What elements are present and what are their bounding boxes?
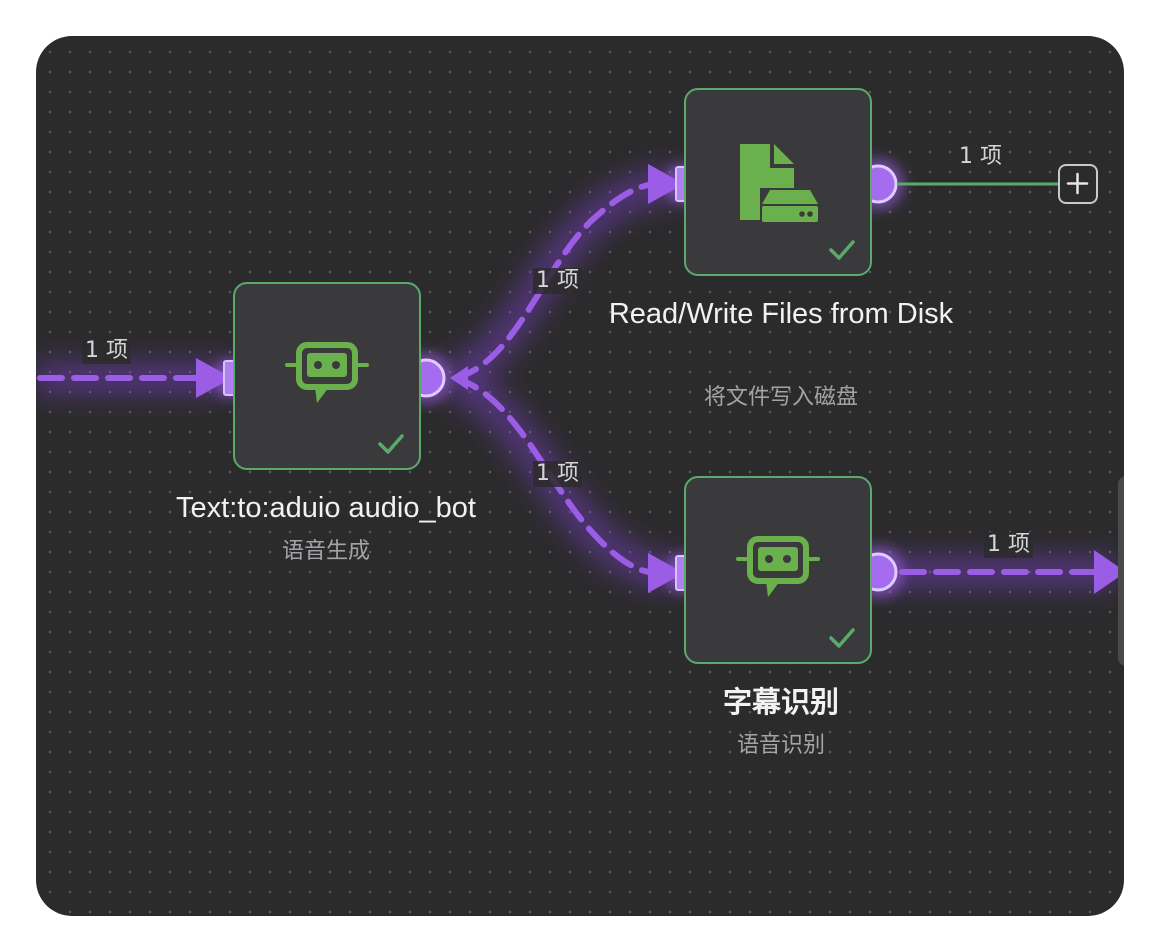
edge-label-tts-to-asr: 1 项 — [533, 461, 582, 487]
success-check-icon — [829, 240, 855, 260]
workflow-canvas[interactable]: 1 项 1 项 1 项 1 项 1 项 Text:to:aduio audio_… — [36, 36, 1124, 916]
plus-icon — [1066, 172, 1089, 195]
node-read-write-files[interactable] — [684, 88, 872, 276]
robot-chat-icon — [285, 342, 369, 403]
edge-label-tts-to-rw: 1 项 — [533, 268, 582, 294]
edge-label-rw-to-add: 1 项 — [956, 144, 1005, 170]
edge-label-incoming: 1 项 — [82, 338, 131, 364]
robot-chat-icon — [736, 536, 820, 597]
node-subtitle-text-to-audio: 语音生成 — [281, 539, 370, 564]
node-text-to-audio[interactable] — [233, 282, 421, 470]
add-node-button[interactable] — [1058, 164, 1098, 204]
next-node-partial[interactable] — [1118, 476, 1124, 666]
node-title-subtitle-recognition: 字幕识别 — [722, 685, 839, 719]
node-subtitle-recognition[interactable] — [684, 476, 872, 664]
node-subtitle-read-write-files: 将文件写入磁盘 — [703, 385, 858, 410]
edge-label-asr-to-next: 1 项 — [984, 532, 1033, 558]
file-disk-icon — [740, 144, 818, 222]
node-title-text-to-audio: Text:to:aduio audio_bot — [176, 492, 476, 524]
node-title-read-write-files: Read/Write Files from Disk — [608, 298, 954, 330]
success-check-icon — [378, 434, 404, 454]
node-subtitle-subtitle-recognition: 语音识别 — [736, 733, 825, 758]
success-check-icon — [829, 628, 855, 648]
